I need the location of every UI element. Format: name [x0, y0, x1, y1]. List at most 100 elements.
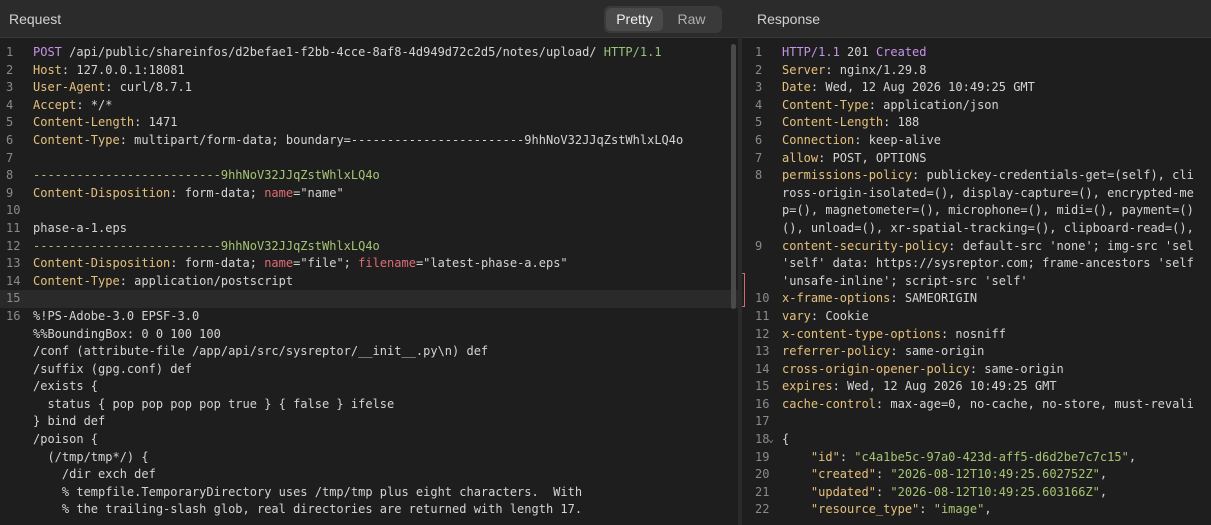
tab-pretty[interactable]: Pretty — [606, 8, 663, 31]
fold-chevron-icon[interactable]: ⌄ — [768, 431, 774, 449]
code-line: 7 allow: POST, OPTIONS — [742, 150, 1211, 168]
line-text: 'unsafe-inline'; script-src 'self' — [782, 273, 1028, 291]
line-number: 4 — [755, 97, 763, 112]
token: : publickey-credentials-get=(self), cli — [912, 168, 1194, 183]
line-text: allow: POST, OPTIONS — [782, 150, 927, 168]
code-line: 7 — [0, 150, 738, 168]
token: : keep-alive — [854, 132, 941, 147]
code-line: % tempfile.TemporaryDirectory uses /tmp/… — [0, 484, 738, 502]
code-line: 12 --------------------------9hhNoV32JJqZ… — [0, 238, 738, 256]
request-editor[interactable]: 1 POST /api/public/shareinfos/d2befae1-f2… — [0, 44, 738, 519]
code-line: 18 ⌄ { — [742, 431, 1211, 449]
code-line: 16 cache-control: max-age=0, no-cache, no… — [742, 396, 1211, 414]
line-text: phase-a-1.eps — [33, 220, 127, 238]
line-number: 6 — [6, 132, 14, 147]
token: : max-age=0, no-cache, no-store, must-re… — [875, 396, 1194, 411]
line-number: 10 — [755, 291, 770, 306]
code-line: 5 Content-Length: 1471 — [0, 114, 738, 132]
line-text: /suffix (gpg.conf) def — [33, 361, 192, 379]
code-line: % the trailing-slash glob, real director… — [0, 501, 738, 519]
code-line: 21 "updated": "2026-08-12T10:49:25.60316… — [742, 484, 1211, 502]
line-text: --------------------------9hhNoV32JJqZst… — [33, 167, 380, 185]
token: p=(), magnetometer=(), microphone=(), mi… — [782, 203, 1194, 218]
token: Accept — [33, 97, 77, 112]
code-line: 10 x-frame-options: SAMEORIGIN — [742, 290, 1211, 308]
token: : Wed, 12 Aug 2026 10:49:25 GMT — [810, 80, 1035, 95]
response-title: Response — [757, 11, 821, 27]
token: : 1471 — [134, 115, 178, 130]
code-line: ross-origin-isolated=(), display-capture… — [742, 185, 1211, 203]
line-text: Content-Length: 1471 — [33, 114, 178, 132]
code-line: 14 cross-origin-opener-policy: same-origi… — [742, 361, 1211, 379]
token: 'unsafe-inline'; script-src 'self' — [782, 273, 1028, 288]
line-number: 20 — [755, 467, 770, 482]
token: : — [919, 502, 934, 517]
line-text: Content-Disposition: form-data; name="fi… — [33, 255, 568, 273]
line-text: /poison { — [33, 431, 98, 449]
token: : form-data; — [170, 256, 265, 271]
token: cross-origin-opener-policy — [782, 361, 970, 376]
line-text: HTTP/1.1 201 Created — [782, 44, 927, 62]
token: /suffix (gpg.conf) def — [33, 361, 192, 376]
line-number: 1 — [755, 45, 763, 59]
line-number: 10 — [6, 203, 21, 218]
token: Content-Type — [33, 273, 120, 288]
token: Connection — [782, 132, 855, 147]
line-number: 3 — [755, 80, 763, 95]
token: : POST, OPTIONS — [818, 150, 927, 165]
code-line: 9 Content-Disposition: form-data; name="n… — [0, 185, 738, 203]
code-line: 2 Server: nginx/1.29.8 — [742, 62, 1211, 80]
token: ="file"; — [293, 256, 359, 271]
code-line: /dir exch def — [0, 466, 738, 484]
line-number: 8 — [6, 168, 14, 183]
line-text: Content-Type: application/json — [782, 97, 999, 115]
token: /conf (attribute-file /app/api/src/sysre… — [33, 344, 489, 359]
line-text: User-Agent: curl/8.7.1 — [33, 79, 192, 97]
token: "created" — [810, 467, 876, 482]
code-line: 8 --------------------------9hhNoV32JJqZs… — [0, 167, 738, 185]
token: , — [984, 502, 992, 517]
token: phase-a-1.eps — [33, 220, 127, 235]
token: x-content-type-options — [782, 326, 941, 341]
code-line: /exists { — [0, 378, 738, 396]
token: : same-origin — [890, 344, 985, 359]
token: x-frame-options — [782, 291, 891, 306]
line-text: x-content-type-options: nosniff — [782, 326, 1006, 344]
token: HTTP/1.1 — [782, 45, 848, 59]
token: } bind def — [33, 414, 106, 429]
token: : form-data; — [170, 185, 265, 200]
token: ross-origin-isolated=(), display-capture… — [782, 185, 1194, 200]
token: : Wed, 12 Aug 2026 10:49:25 GMT — [832, 379, 1057, 394]
code-line: } bind def — [0, 413, 738, 431]
line-number: 6 — [755, 132, 763, 147]
line-text: % tempfile.TemporaryDirectory uses /tmp/… — [33, 484, 582, 502]
code-line: p=(), magnetometer=(), microphone=(), mi… — [742, 202, 1211, 220]
code-line: 13 Content-Disposition: form-data; name="… — [0, 255, 738, 273]
line-text: "id": "c4a1be5c-97a0-423d-aff5-d6d2be7c7… — [782, 449, 1136, 467]
token: ="latest-phase-a.eps" — [415, 256, 568, 271]
line-text: "updated": "2026-08-12T10:49:25.603166Z"… — [782, 484, 1107, 502]
request-scrollbar[interactable] — [731, 44, 736, 309]
line-text: Content-Disposition: form-data; name="na… — [33, 185, 344, 203]
line-text: %!PS-Adobe-3.0 EPSF-3.0 — [33, 308, 199, 326]
token: : */* — [76, 97, 113, 112]
line-text: vary: Cookie — [782, 308, 869, 326]
line-text: /exists { — [33, 378, 98, 396]
line-number: 22 — [755, 502, 770, 517]
line-text: permissions-policy: publickey-credential… — [782, 167, 1194, 185]
line-text: ross-origin-isolated=(), display-capture… — [782, 185, 1194, 203]
code-line: 'unsafe-inline'; script-src 'self' — [742, 273, 1211, 291]
tab-raw[interactable]: Raw — [663, 8, 720, 31]
token: : same-origin — [969, 361, 1064, 376]
line-text: x-frame-options: SAMEORIGIN — [782, 290, 977, 308]
token: : curl/8.7.1 — [105, 80, 192, 95]
line-number: 19 — [755, 449, 770, 464]
response-header: Response — [742, 0, 1211, 38]
response-editor[interactable]: 1 HTTP/1.1 201 Created 2 Server: nginx/1.29… — [742, 44, 1211, 519]
token: filename — [358, 256, 416, 271]
line-number: 7 — [6, 150, 14, 165]
code-line: 11 vary: Cookie — [742, 308, 1211, 326]
token: /poison { — [33, 432, 99, 447]
code-line: 17 — [742, 413, 1211, 431]
